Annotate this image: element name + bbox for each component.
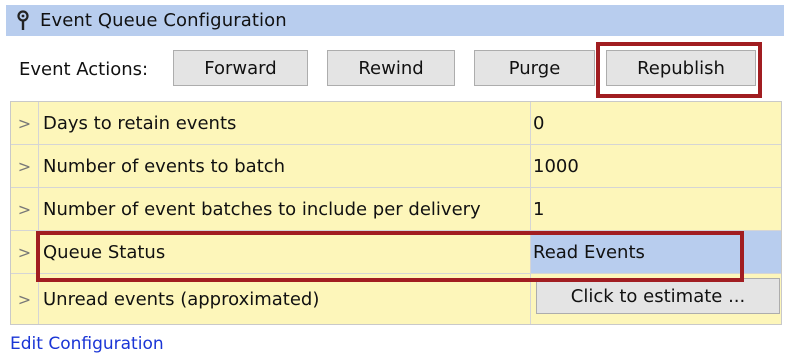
- property-value[interactable]: 1000: [531, 145, 781, 187]
- property-value[interactable]: Read Events: [531, 231, 781, 273]
- purge-button[interactable]: Purge: [474, 50, 595, 86]
- pin-icon[interactable]: [12, 8, 34, 34]
- property-value[interactable]: 1: [531, 188, 781, 230]
- property-row-unread-events[interactable]: > Unread events (approximated) Click to …: [11, 274, 781, 324]
- expand-chevron-icon[interactable]: >: [11, 188, 39, 230]
- property-row-batches-per-delivery[interactable]: > Number of event batches to include per…: [11, 188, 781, 231]
- property-name: Number of events to batch: [40, 145, 531, 187]
- expand-chevron-icon[interactable]: >: [11, 102, 39, 144]
- property-name: Number of event batches to include per d…: [40, 188, 531, 230]
- property-name: Days to retain events: [40, 102, 531, 144]
- property-row-events-to-batch[interactable]: > Number of events to batch 1000: [11, 145, 781, 188]
- event-actions-label: Event Actions:: [19, 58, 149, 80]
- estimate-button[interactable]: Click to estimate ...: [536, 278, 780, 314]
- rewind-button[interactable]: Rewind: [327, 50, 455, 86]
- event-actions-toolbar: Event Actions: Forward Rewind Purge Repu…: [6, 42, 786, 96]
- expand-chevron-icon[interactable]: >: [11, 145, 39, 187]
- panel-title: Event Queue Configuration: [40, 10, 287, 31]
- property-value[interactable]: 0: [531, 102, 781, 144]
- property-name: Unread events (approximated): [40, 274, 531, 324]
- expand-chevron-icon[interactable]: >: [11, 231, 39, 273]
- property-row-queue-status[interactable]: > Queue Status Read Events: [11, 231, 781, 274]
- republish-button[interactable]: Republish: [606, 50, 756, 86]
- edit-configuration-link[interactable]: Edit Configuration: [10, 334, 164, 354]
- panel-title-bar: Event Queue Configuration: [6, 5, 784, 36]
- forward-button[interactable]: Forward: [173, 50, 308, 86]
- expand-chevron-icon[interactable]: >: [11, 274, 39, 324]
- property-name: Queue Status: [40, 231, 531, 273]
- property-grid: > Days to retain events 0 > Number of ev…: [10, 101, 782, 325]
- property-row-days-to-retain[interactable]: > Days to retain events 0: [11, 102, 781, 145]
